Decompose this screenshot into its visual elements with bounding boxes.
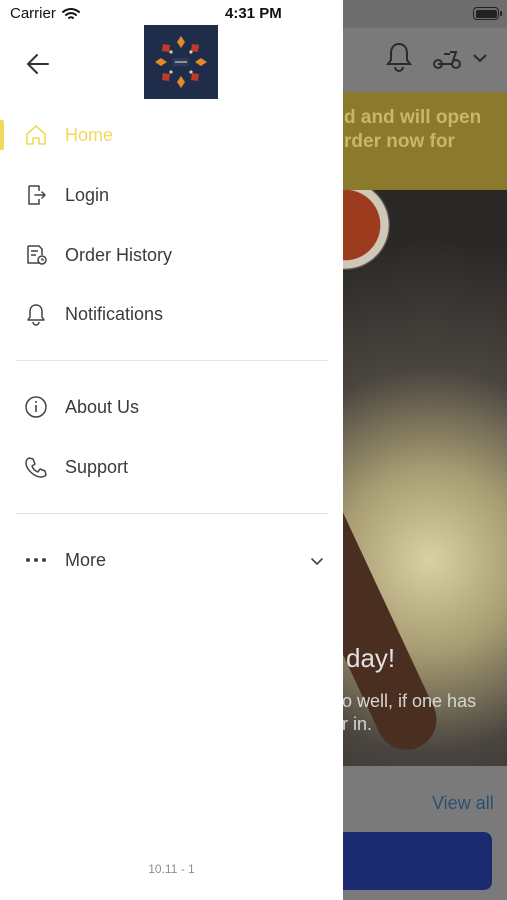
bell-icon <box>27 304 45 326</box>
nav-label-notifications: Notifications <box>65 304 164 324</box>
bell-icon[interactable] <box>384 40 414 74</box>
status-time: 4:31 PM <box>225 5 282 22</box>
nav-label-about-us: About Us <box>65 397 140 417</box>
nav-item-more[interactable]: More <box>0 535 343 585</box>
divider <box>16 360 328 361</box>
wifi-icon <box>61 7 80 19</box>
scooter-icon[interactable] <box>430 40 464 74</box>
nav-label-order-history: Order History <box>65 245 173 265</box>
hero-title: day! <box>346 643 396 673</box>
restaurant-logo <box>144 25 218 99</box>
carrier: Carrier <box>10 5 80 22</box>
nav-item-notifications[interactable]: Notifications <box>0 289 343 339</box>
active-indicator <box>0 120 4 150</box>
more-dots-icon <box>26 558 46 562</box>
banner-text: d and will open rder now for <box>344 107 482 152</box>
nav-item-home[interactable]: Home <box>0 110 343 160</box>
nav-item-about-us[interactable]: About Us <box>0 382 343 432</box>
navigation-drawer: Home Login Order History Notifications A… <box>0 0 343 900</box>
nav-label-login: Login <box>65 185 110 205</box>
carrier-label: Carrier <box>10 5 56 22</box>
nav-label-home: Home <box>65 125 114 145</box>
divider <box>16 513 328 514</box>
app-version: 10.11 - 1 <box>148 862 195 876</box>
back-arrow-icon[interactable] <box>24 50 52 78</box>
cta-button[interactable] <box>330 832 492 890</box>
login-icon <box>28 185 46 205</box>
chevron-down-icon[interactable] <box>308 552 326 570</box>
nav-item-support[interactable]: Support <box>0 442 343 492</box>
logo-emblem-icon <box>155 36 207 88</box>
view-all-link[interactable]: View all <box>432 793 494 814</box>
order-history-icon <box>27 245 47 265</box>
nav-label-support: Support <box>65 457 129 477</box>
hero-text: o well, if one has r in. <box>342 691 477 734</box>
nav-item-login[interactable]: Login <box>0 170 343 220</box>
battery-icon <box>473 7 502 20</box>
nav-item-order-history[interactable]: Order History <box>0 230 343 280</box>
nav-label-more: More <box>65 550 107 570</box>
phone-icon <box>25 457 47 478</box>
home-icon <box>26 125 46 145</box>
status-bar: Carrier 4:31 PM <box>0 0 507 28</box>
info-icon <box>25 396 47 418</box>
chevron-down-icon[interactable] <box>472 52 488 64</box>
